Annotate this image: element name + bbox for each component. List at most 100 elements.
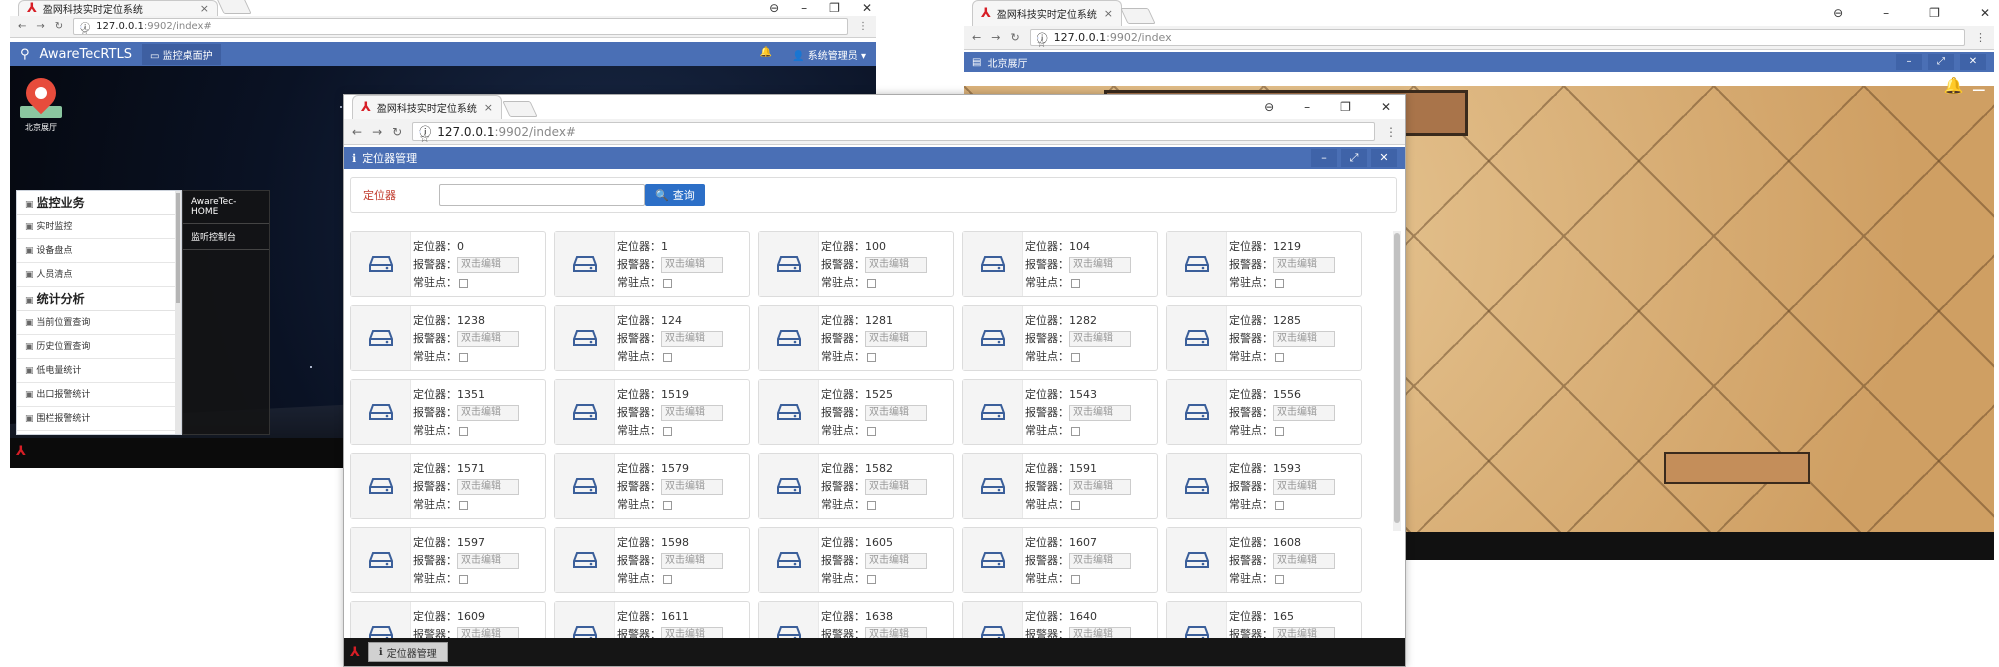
locator-card[interactable]: 定位器：124 报警器： 双击编辑 常驻点： — [554, 305, 750, 371]
alarm-edit-field[interactable]: 双击编辑 — [1069, 479, 1131, 495]
resident-checkbox[interactable] — [867, 574, 876, 584]
close-tab-icon[interactable]: × — [1104, 7, 1113, 20]
resident-checkbox[interactable] — [1275, 500, 1284, 510]
alarm-edit-field[interactable]: 双击编辑 — [865, 553, 927, 569]
resident-checkbox[interactable] — [459, 278, 468, 288]
address-bar[interactable]: ⓘ 127.0.0.1:9902/index# ☆ — [73, 18, 848, 37]
reload-icon[interactable]: ↻ — [392, 125, 402, 139]
close-window-icon[interactable]: ✕ — [1381, 100, 1391, 114]
address-bar[interactable]: ⓘ 127.0.0.1:9902/index# ☆ — [412, 121, 1375, 145]
submenu-console[interactable]: 监听控制台 — [183, 224, 269, 250]
locator-card[interactable]: 定位器：1238 报警器： 双击编辑 常驻点： — [350, 305, 546, 371]
start-logo-icon[interactable]: ⅄ — [16, 444, 26, 459]
locator-card[interactable]: 定位器：100 报警器： 双击编辑 常驻点： — [758, 231, 954, 297]
search-button[interactable]: 🔍 查询 — [645, 184, 705, 206]
locator-card[interactable]: 定位器：1597 报警器： 双击编辑 常驻点： — [350, 527, 546, 593]
notification-bell-icon[interactable]: 🔔 — [760, 47, 772, 62]
resident-checkbox[interactable] — [459, 500, 468, 510]
locator-search-input[interactable] — [439, 184, 645, 206]
resident-checkbox[interactable] — [663, 574, 672, 584]
locator-card[interactable]: 定位器：165报警器：双击编辑常驻点： — [1166, 601, 1362, 641]
browser-tab[interactable]: ⅄ 盈网科技实时定位系统 × — [352, 95, 502, 119]
bookmark-star-icon[interactable]: ☆ — [1036, 36, 1047, 50]
resident-checkbox[interactable] — [459, 574, 468, 584]
resident-checkbox[interactable] — [663, 352, 672, 362]
browser-menu-icon[interactable]: ⋮ — [1975, 31, 1986, 44]
minimize-dialog-icon[interactable]: – — [1311, 149, 1337, 167]
minimize-icon[interactable]: – — [801, 1, 807, 15]
menu-item-exit-alarm[interactable]: 出口报警统计 — [17, 383, 181, 407]
resident-checkbox[interactable] — [459, 426, 468, 436]
alarm-edit-field[interactable]: 双击编辑 — [661, 257, 723, 273]
expand-panel-icon[interactable]: ⤢ — [1928, 54, 1954, 70]
locator-card[interactable]: 定位器：1282 报警器： 双击编辑 常驻点： — [962, 305, 1158, 371]
resident-checkbox[interactable] — [1071, 426, 1080, 436]
close-tab-icon[interactable]: × — [484, 101, 493, 114]
resident-checkbox[interactable] — [1275, 278, 1284, 288]
locator-card[interactable]: 定位器：1638报警器：双击编辑常驻点： — [758, 601, 954, 641]
reload-icon[interactable]: ↻ — [1010, 31, 1019, 44]
resident-checkbox[interactable] — [1071, 500, 1080, 510]
close-window-icon[interactable]: ✕ — [1980, 6, 1990, 20]
bookmark-star-icon[interactable]: ☆ — [419, 130, 430, 145]
resident-checkbox[interactable] — [1071, 574, 1080, 584]
locator-card[interactable]: 定位器：1219 报警器： 双击编辑 常驻点： — [1166, 231, 1362, 297]
minimize-icon[interactable]: – — [1883, 6, 1889, 20]
bookmark-star-icon[interactable]: ☆ — [80, 25, 89, 37]
menu-item-realtime[interactable]: 实时监控 — [17, 215, 181, 239]
locator-card[interactable]: 定位器：1640报警器：双击编辑常驻点： — [962, 601, 1158, 641]
locator-card[interactable]: 定位器：1519 报警器： 双击编辑 常驻点： — [554, 379, 750, 445]
minimize-panel-icon[interactable]: – — [1896, 54, 1922, 70]
resident-checkbox[interactable] — [663, 278, 672, 288]
taskbar-item-locator[interactable]: ℹ 定位器管理 — [367, 642, 448, 662]
browser-menu-icon[interactable]: ⋮ — [1385, 125, 1397, 139]
locator-card[interactable]: 定位器：1556 报警器： 双击编辑 常驻点： — [1166, 379, 1362, 445]
alarm-edit-field[interactable]: 双击编辑 — [457, 479, 519, 495]
new-tab-button[interactable] — [502, 101, 538, 117]
maximize-icon[interactable]: ❐ — [829, 1, 840, 15]
locator-card[interactable]: 定位器：1351 报警器： 双击编辑 常驻点： — [350, 379, 546, 445]
menu-group-stats[interactable]: 统计分析 — [17, 287, 181, 311]
alarm-edit-field[interactable]: 双击编辑 — [865, 479, 927, 495]
alarm-edit-field[interactable]: 双击编辑 — [661, 405, 723, 421]
resident-checkbox[interactable] — [663, 500, 672, 510]
nav-tab-monitor[interactable]: ▭ 监控桌面护 — [141, 43, 221, 65]
locator-card[interactable]: 定位器：1285 报警器： 双击编辑 常驻点： — [1166, 305, 1362, 371]
close-window-icon[interactable]: ✕ — [862, 1, 872, 15]
maximize-icon[interactable]: ❐ — [1340, 100, 1351, 114]
alarm-edit-field[interactable]: 双击编辑 — [1069, 405, 1131, 421]
grid-scrollbar[interactable] — [1393, 231, 1401, 531]
menu-item-inventory[interactable]: 设备盘点 — [17, 239, 181, 263]
hamburger-menu-icon[interactable]: ☰ — [1972, 76, 1986, 95]
locator-card[interactable]: 定位器：1525 报警器： 双击编辑 常驻点： — [758, 379, 954, 445]
locator-card[interactable]: 定位器：1609报警器：双击编辑常驻点： — [350, 601, 546, 641]
alarm-edit-field[interactable]: 双击编辑 — [1069, 257, 1131, 273]
alarm-edit-field[interactable]: 双击编辑 — [1273, 331, 1335, 347]
locator-card[interactable]: 定位器：1543 报警器： 双击编辑 常驻点： — [962, 379, 1158, 445]
forward-icon[interactable]: → — [991, 31, 1000, 44]
bell-icon[interactable]: 🔔 — [1944, 76, 1964, 95]
resident-checkbox[interactable] — [867, 426, 876, 436]
resident-checkbox[interactable] — [459, 352, 468, 362]
menu-item-current-location[interactable]: 当前位置查询 — [17, 311, 181, 335]
minimize-icon[interactable]: – — [1304, 100, 1310, 114]
locator-card[interactable]: 定位器：1593 报警器： 双击编辑 常驻点： — [1166, 453, 1362, 519]
locator-card[interactable]: 定位器：1 报警器： 双击编辑 常驻点： — [554, 231, 750, 297]
user-menu[interactable]: 👤 系统管理员 ▾ — [792, 47, 866, 62]
alarm-edit-field[interactable]: 双击编辑 — [1273, 479, 1335, 495]
close-dialog-icon[interactable]: ✕ — [1371, 149, 1397, 167]
resident-checkbox[interactable] — [663, 426, 672, 436]
submenu-home[interactable]: AwareTec-HOME — [183, 191, 269, 224]
alarm-edit-field[interactable]: 双击编辑 — [865, 331, 927, 347]
alarm-edit-field[interactable]: 双击编辑 — [1273, 257, 1335, 273]
back-icon[interactable]: ← — [18, 21, 26, 32]
locator-card[interactable]: 定位器：1608 报警器： 双击编辑 常驻点： — [1166, 527, 1362, 593]
alarm-edit-field[interactable]: 双击编辑 — [457, 405, 519, 421]
locator-card[interactable]: 定位器：1579 报警器： 双击编辑 常驻点： — [554, 453, 750, 519]
new-tab-button[interactable] — [216, 0, 252, 14]
alarm-edit-field[interactable]: 双击编辑 — [1069, 331, 1131, 347]
menu-scrollbar[interactable] — [175, 191, 181, 434]
alarm-edit-field[interactable]: 双击编辑 — [457, 331, 519, 347]
locator-card[interactable]: 定位器：1611报警器：双击编辑常驻点： — [554, 601, 750, 641]
menu-group-monitor[interactable]: 监控业务 — [17, 191, 181, 215]
